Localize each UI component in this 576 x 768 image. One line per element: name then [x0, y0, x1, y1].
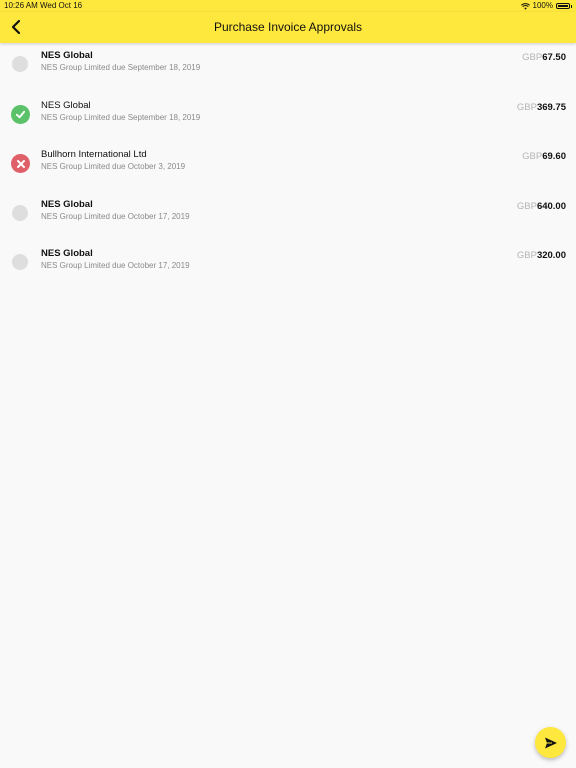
- supplier-name: NES Global: [41, 99, 91, 111]
- status-right: 100%: [520, 0, 572, 12]
- amount-value: 369.75: [536, 101, 566, 113]
- currency-code: GBP: [522, 151, 543, 162]
- status-date: Wed Oct 16: [40, 1, 83, 10]
- invoice-detail: NES Group Limited due October 17, 2019: [41, 261, 190, 270]
- close-icon: [16, 159, 25, 168]
- amount-value: 320.00: [536, 250, 566, 261]
- status-bar: 10:26 AM Wed Oct 16 100%: [0, 0, 576, 12]
- send-icon: [544, 737, 557, 748]
- amount-value: 640.00: [536, 200, 566, 212]
- supplier-name: NES Global: [41, 50, 93, 61]
- submit-approvals-button[interactable]: [535, 727, 566, 758]
- currency-code: GBP: [522, 52, 543, 63]
- invoice-amount: GBP369.75: [517, 102, 566, 113]
- supplier-name: NES Global: [41, 248, 93, 259]
- invoice-row[interactable]: NES Global NES Group Limited due October…: [0, 241, 576, 291]
- invoice-amount: GBP69.60: [522, 151, 566, 162]
- approved-check-icon[interactable]: [11, 104, 30, 124]
- navbar: Purchase Invoice Approvals: [0, 12, 576, 43]
- invoice-detail: NES Group Limited due September 18, 2019: [41, 63, 201, 72]
- invoice-amount: GBP67.50: [522, 52, 566, 63]
- amount-value: 67.50: [542, 52, 566, 63]
- invoice-amount: GBP640.00: [517, 201, 566, 212]
- pending-status-icon[interactable]: [12, 204, 28, 221]
- amount-value: 69.60: [542, 151, 566, 162]
- supplier-name: NES Global: [41, 198, 93, 210]
- invoice-row[interactable]: Bullhorn International Ltd NES Group Lim…: [0, 142, 576, 192]
- invoice-detail: NES Group Limited due October 3, 2019: [41, 162, 186, 171]
- invoice-list: NES Global NES Group Limited due Septemb…: [0, 43, 576, 291]
- supplier-name: Bullhorn International Ltd: [41, 149, 147, 160]
- currency-code: GBP: [516, 250, 537, 261]
- status-time: 10:26 AM: [4, 1, 38, 10]
- checkmark-icon: [15, 110, 26, 118]
- battery-icon: [556, 3, 570, 9]
- currency-code: GBP: [516, 200, 537, 212]
- invoice-row[interactable]: NES Global NES Group Limited due Septemb…: [0, 93, 576, 143]
- invoice-row[interactable]: NES Global NES Group Limited due October…: [0, 192, 576, 242]
- invoice-row[interactable]: NES Global NES Group Limited due Septemb…: [0, 43, 576, 93]
- rejected-cross-icon[interactable]: [11, 154, 30, 173]
- battery-percent: 100%: [532, 1, 553, 10]
- wifi-icon: [520, 2, 530, 10]
- invoice-detail: NES Group Limited due September 18, 2019: [41, 112, 201, 122]
- invoice-amount: GBP320.00: [517, 250, 566, 261]
- invoice-detail: NES Group Limited due October 17, 2019: [41, 211, 190, 221]
- page-title: Purchase Invoice Approvals: [213, 20, 363, 34]
- currency-code: GBP: [516, 101, 537, 113]
- pending-status-icon[interactable]: [12, 254, 28, 270]
- pending-status-icon[interactable]: [12, 56, 28, 72]
